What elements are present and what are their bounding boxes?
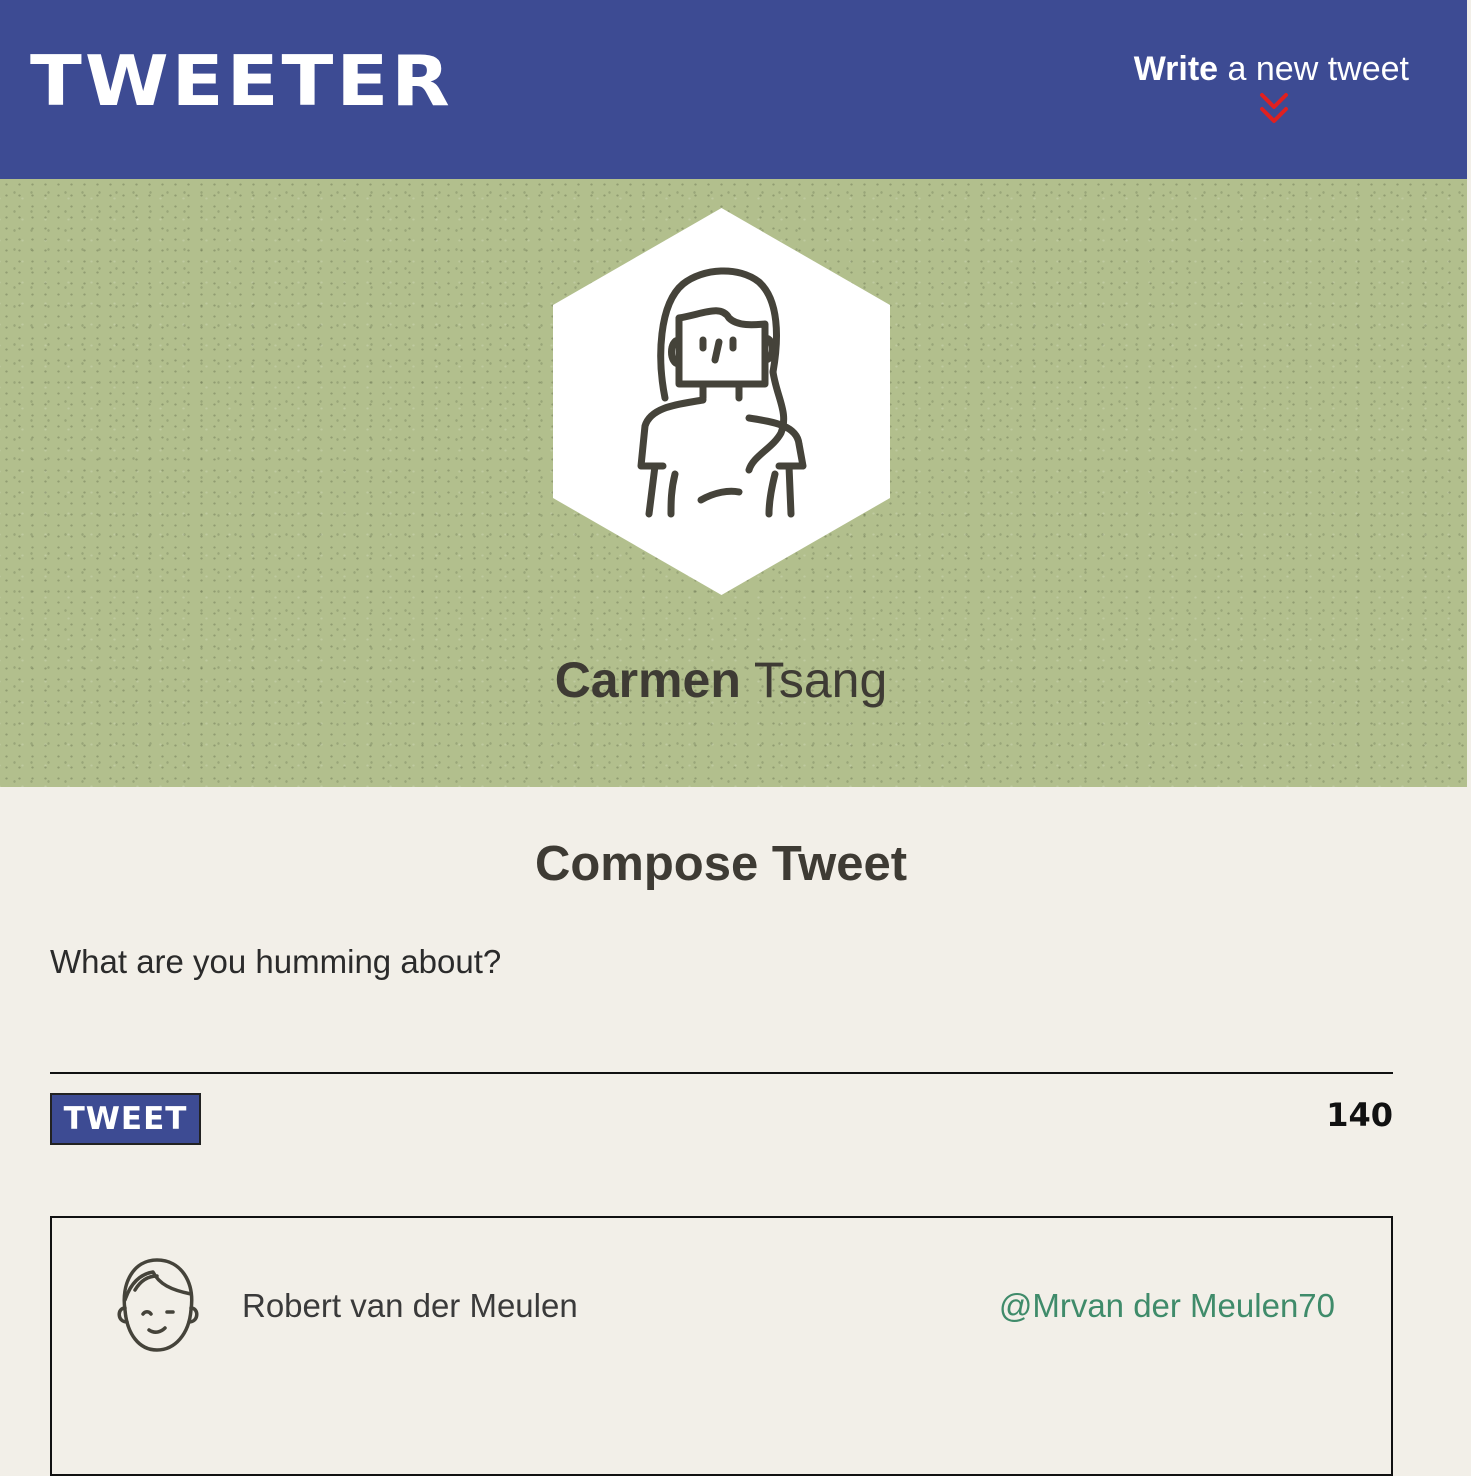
brand-logo[interactable]: TWEETER — [30, 46, 453, 116]
tweet-author-name: Robert van der Meulen — [242, 1287, 578, 1324]
profile-first-name: Carmen — [554, 652, 741, 708]
profile-header: Carmen Tsang — [0, 179, 1467, 787]
tweet-input[interactable] — [50, 936, 1393, 1074]
write-link-rest: a new tweet — [1227, 50, 1409, 88]
compose-title: Compose Tweet — [534, 837, 908, 891]
tweet-button[interactable]: TWEET — [50, 1093, 201, 1145]
top-nav: TWEETER Write a new tweet — [0, 0, 1467, 179]
woman-avatar-icon — [553, 208, 890, 595]
double-chevron-down-icon[interactable] — [1258, 92, 1290, 126]
tweet-card: Robert van der Meulen @Mrvan der Meulen7… — [50, 1216, 1393, 1476]
man-avatar-icon — [117, 1258, 199, 1352]
character-counter: 140 — [1326, 1096, 1393, 1134]
tweet-author-handle: @Mrvan der Meulen70 — [998, 1287, 1335, 1324]
write-new-tweet-link[interactable]: Write a new tweet — [1134, 48, 1409, 90]
profile-name: Carmen Tsang — [0, 649, 1442, 711]
write-link-strong: Write — [1133, 50, 1219, 88]
profile-last-name: Tsang — [753, 652, 888, 708]
